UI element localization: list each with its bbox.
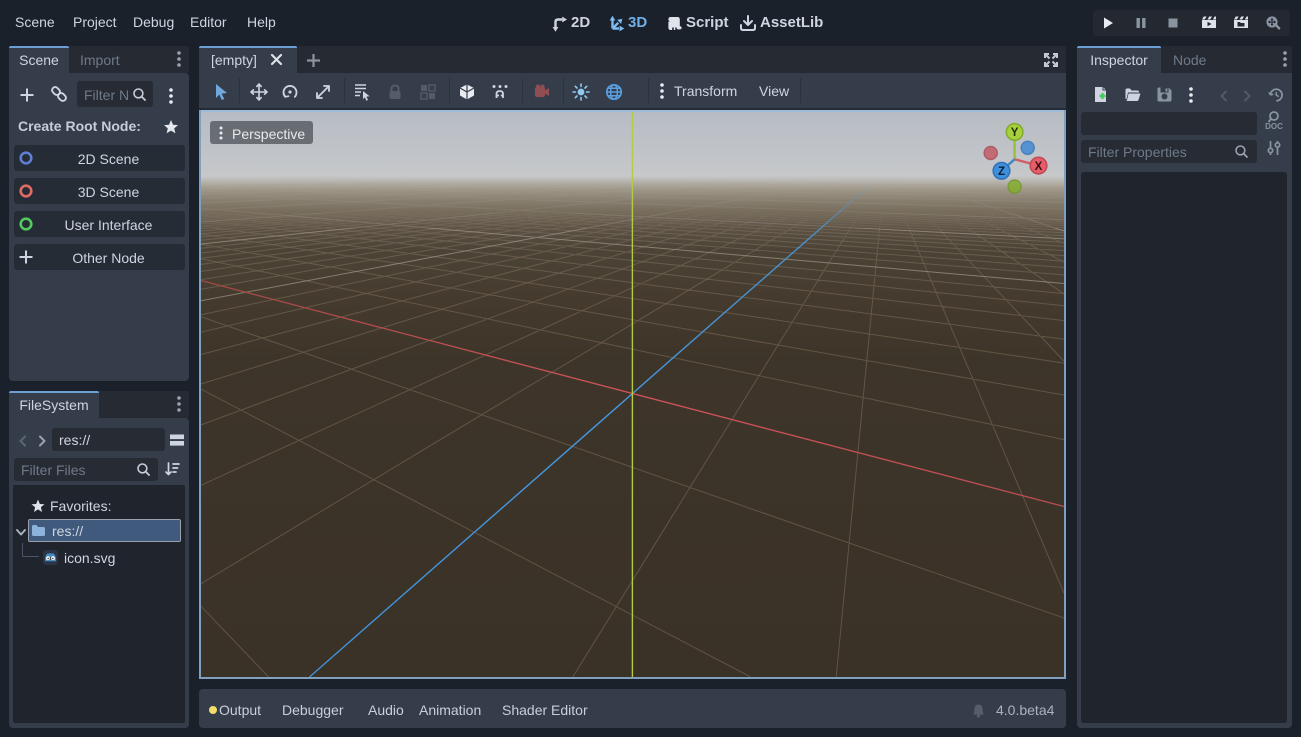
svg-text:DOC: DOC: [1265, 122, 1283, 131]
svg-text:Z: Z: [998, 166, 1005, 178]
svg-text:X: X: [1035, 161, 1043, 173]
svg-text:Y: Y: [1011, 127, 1019, 139]
